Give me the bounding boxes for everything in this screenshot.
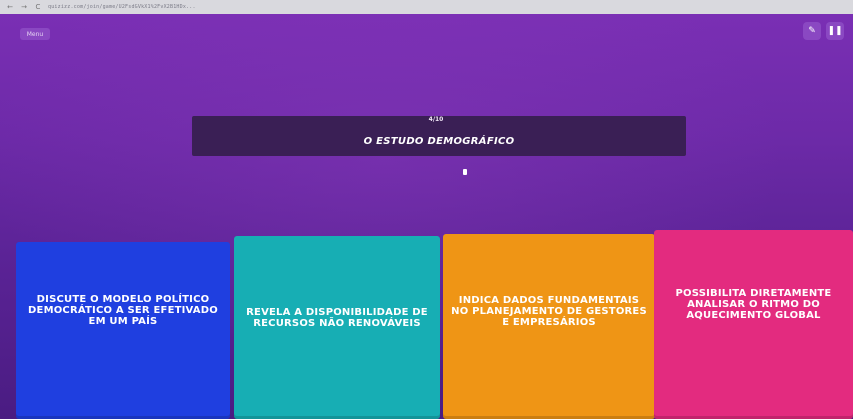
browser-toolbar: ← → C quizizz.com/join/game/U2FsdGVkX1%2… xyxy=(0,0,853,14)
question-counter: 4/10 xyxy=(428,116,444,123)
answer-option-1[interactable]: DISCUTE O MODELO POLÍTICO DEMOCRÁTICO A … xyxy=(16,242,230,419)
reload-icon[interactable]: C xyxy=(34,3,42,11)
answer-option-2-label: REVELA A DISPONIBILIDADE DE RECURSOS NÃO… xyxy=(246,306,428,329)
answer-option-2[interactable]: REVELA A DISPONIBILIDADE DE RECURSOS NÃO… xyxy=(234,236,440,419)
answer-option-4-label: POSSIBILITA DIRETAMENTE ANALISAR O RITMO… xyxy=(675,288,832,321)
answer-option-1-label: DISCUTE O MODELO POLÍTICO DEMOCRÁTICO A … xyxy=(28,294,218,327)
answer-option-4[interactable]: POSSIBILITA DIRETAMENTE ANALISAR O RITMO… xyxy=(654,230,853,419)
address-bar[interactable]: quizizz.com/join/game/U2FsdGVkX1%2FvX2B1… xyxy=(48,4,853,10)
mouse-cursor-icon xyxy=(463,169,467,175)
answer-option-3-label: INDICA DADOS FUNDAMENTAIS NO PLANEJAMENT… xyxy=(451,295,647,328)
answer-option-3[interactable]: INDICA DADOS FUNDAMENTAIS NO PLANEJAMENT… xyxy=(443,234,655,419)
question-text: O ESTUDO DEMOGRÁFICO xyxy=(363,135,515,147)
menu-button[interactable]: Menu xyxy=(20,28,50,40)
quiz-stage: Menu ✎ ❚❚ O ESTUDO DEMOGRÁFICO 4/10 DISC… xyxy=(0,14,853,419)
forward-icon[interactable]: → xyxy=(20,3,28,11)
pause-icon[interactable]: ❚❚ xyxy=(826,22,844,40)
back-icon[interactable]: ← xyxy=(6,3,14,11)
pencil-icon[interactable]: ✎ xyxy=(803,22,821,40)
